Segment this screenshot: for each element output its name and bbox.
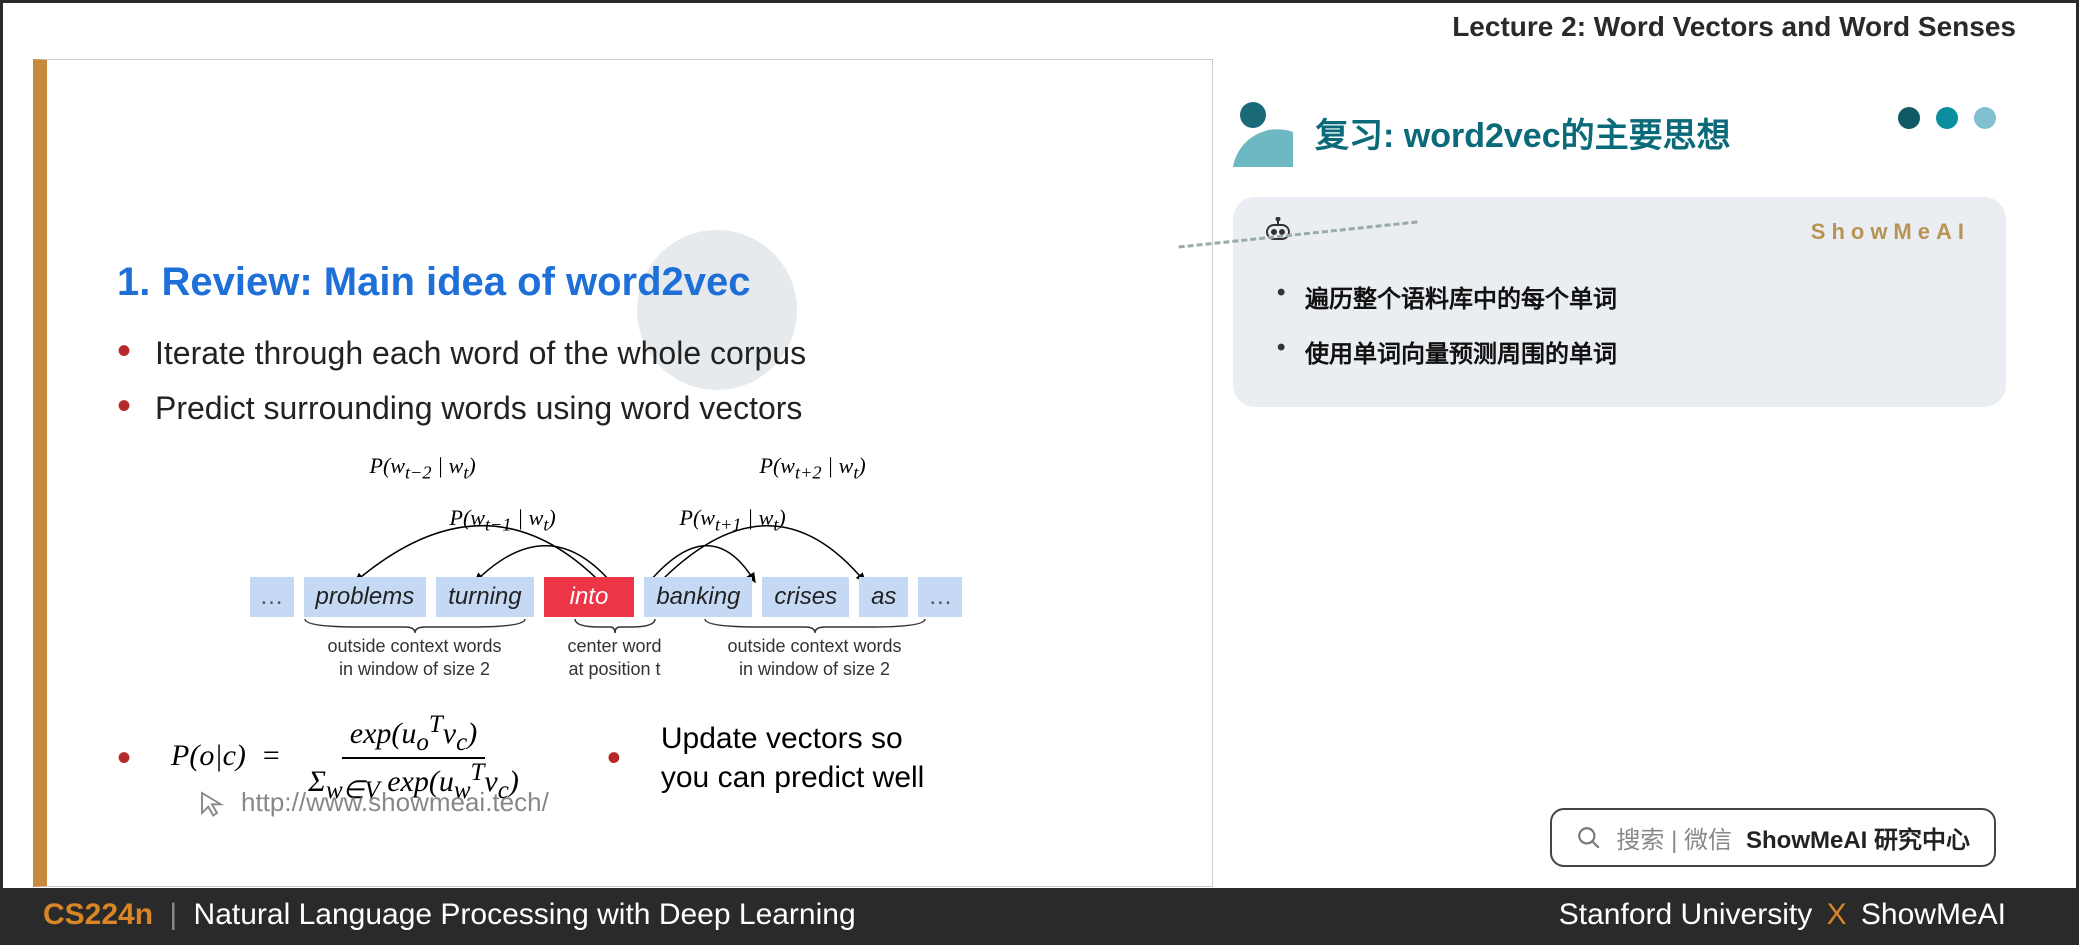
- bullet-2: Predict surrounding words using word vec…: [117, 390, 1162, 427]
- slide-title: 1. Review: Main idea of word2vec: [117, 260, 1162, 305]
- brace-center-line1: center word: [567, 635, 661, 658]
- token-turning: turning: [436, 577, 533, 617]
- cn-bullet-2: 使用单词向量预测周围的单词: [1271, 324, 1968, 379]
- token-ellipsis-left: …: [250, 577, 294, 617]
- brace-labels: outside context words in window of size …: [290, 617, 940, 682]
- site-link[interactable]: http://www.showmeai.tech/: [197, 787, 1242, 818]
- update-text: Update vectors soyou can predict well: [661, 719, 924, 797]
- token-row: … problems turning into banking crises a…: [250, 577, 963, 617]
- title-decoration-icon: [1233, 97, 1303, 167]
- brace-left-line1: outside context words: [327, 635, 501, 658]
- search-prefix: 搜索 | 微信: [1616, 820, 1732, 855]
- prob-t-minus-1: P(wt−1 | wt): [450, 505, 556, 535]
- footer-showmeai: ShowMeAI: [1861, 898, 2006, 931]
- footer-x: X: [1827, 898, 1847, 931]
- footer-divider: |: [169, 898, 177, 931]
- site-url-text: http://www.showmeai.tech/: [241, 787, 549, 818]
- brace-center-line2: at position t: [568, 658, 660, 681]
- search-icon: [1576, 825, 1602, 851]
- translation-title-row: 复习: word2vec的主要思想: [1233, 97, 2006, 167]
- lecture-header: Lecture 2: Word Vectors and Word Senses: [3, 3, 2076, 47]
- brace-left-line2: in window of size 2: [339, 658, 490, 681]
- page: Lecture 2: Word Vectors and Word Senses …: [0, 0, 2079, 945]
- token-center-into: into: [544, 577, 635, 617]
- bullet-dot-icon-2: •: [607, 736, 621, 781]
- token-crises: crises: [762, 577, 849, 617]
- dot-1: [1898, 107, 1920, 129]
- bullet-dot-icon: •: [117, 736, 131, 781]
- footer-left: CS224n | Natural Language Processing wit…: [43, 898, 856, 932]
- bullet-1: Iterate through each word of the whole c…: [117, 335, 1162, 372]
- translation-title: 复习: word2vec的主要思想: [1315, 108, 1731, 157]
- slide-pane: 1. Review: Main idea of word2vec Iterate…: [33, 59, 1213, 887]
- brace-center-icon: [560, 617, 670, 635]
- prob-t-plus-2: P(wt+2 | wt): [760, 453, 866, 483]
- main-row: 1. Review: Main idea of word2vec Iterate…: [3, 47, 2076, 887]
- token-as: as: [859, 577, 908, 617]
- translation-bullets: 遍历整个语料库中的每个单词 使用单词向量预测周围的单词: [1271, 269, 1968, 379]
- footer-right: Stanford University X ShowMeAI: [1559, 898, 2006, 932]
- brace-right-line2: in window of size 2: [739, 658, 890, 681]
- footer-stanford: Stanford University: [1559, 898, 1812, 931]
- course-code: CS224n: [43, 898, 153, 931]
- prob-t-plus-1: P(wt+1 | wt): [680, 505, 786, 535]
- brand-watermark: ShowMeAI: [1811, 219, 1970, 245]
- dot-3: [1974, 107, 1996, 129]
- footer-bar: CS224n | Natural Language Processing wit…: [3, 888, 2076, 942]
- prob-t-minus-2: P(wt−2 | wt): [370, 453, 476, 483]
- search-pill[interactable]: 搜索 | 微信 ShowMeAI 研究中心: [1550, 808, 1996, 867]
- token-banking: banking: [644, 577, 752, 617]
- course-subtitle: Natural Language Processing with Deep Le…: [194, 898, 856, 931]
- cursor-icon: [197, 788, 227, 818]
- context-window-diagram: P(wt−2 | wt) P(wt−1 | wt) P(wt+1 | wt) P…: [250, 457, 1030, 687]
- decorative-dots: [1898, 107, 1996, 129]
- token-ellipsis-right: …: [918, 577, 962, 617]
- slide-bullets: Iterate through each word of the whole c…: [117, 335, 1162, 427]
- brace-right-line1: outside context words: [727, 635, 901, 658]
- token-problems: problems: [304, 577, 427, 617]
- dot-2: [1936, 107, 1958, 129]
- brace-right-icon: [700, 617, 930, 635]
- brace-left-icon: [300, 617, 530, 635]
- search-bold: ShowMeAI 研究中心: [1746, 820, 1970, 855]
- robot-icon: [1263, 217, 1293, 248]
- cn-bullet-1: 遍历整个语料库中的每个单词: [1271, 269, 1968, 324]
- translation-pane: 复习: word2vec的主要思想 ShowMeAI 遍历整个语料库中的每个单词…: [1233, 47, 2076, 887]
